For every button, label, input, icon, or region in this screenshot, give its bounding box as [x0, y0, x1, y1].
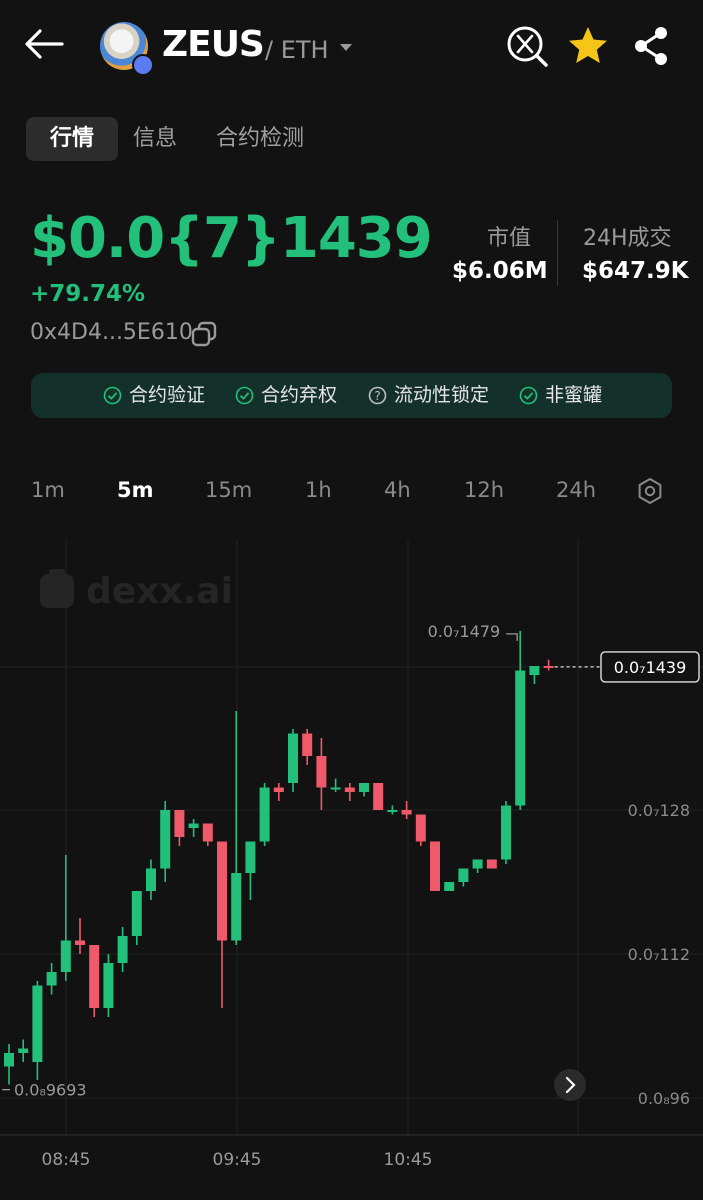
svg-text:?: ?	[374, 389, 380, 403]
y-tick-label: 0.0₇112	[628, 945, 690, 964]
interval-5m[interactable]: 5m	[117, 478, 154, 502]
candle-body	[330, 787, 341, 790]
x-tick-label: 08:45	[42, 1150, 91, 1170]
x-search-icon[interactable]	[505, 24, 549, 68]
candle-body	[60, 940, 71, 972]
candle-body	[273, 787, 284, 792]
y-tick-label: 0.0₇128	[628, 801, 690, 820]
check-circle-icon	[103, 386, 122, 405]
ethereum-icon	[132, 54, 154, 76]
top-bar: ZEUS / ETH	[0, 0, 703, 95]
tab-market[interactable]: 行情	[26, 117, 119, 161]
candle-body	[359, 783, 369, 792]
candle-body	[217, 841, 227, 941]
chart-settings-icon[interactable]	[636, 477, 664, 505]
current-price: $0.0{7}1439	[30, 206, 433, 271]
current-price-label: 0.0₇1439	[614, 658, 687, 677]
chevron-down-icon[interactable]	[340, 44, 352, 51]
candle-body	[174, 810, 185, 837]
candle-body	[430, 841, 440, 891]
candle-body	[302, 733, 313, 756]
candlestick-chart[interactable]: dexx.ai 08:45 09:45 10:45 0.0₇128 0.0₇112 0.0…	[0, 540, 703, 1200]
interval-12h[interactable]: 12h	[464, 478, 504, 502]
candle-body	[117, 936, 128, 963]
high-marker-label: 0.0₇1479	[428, 622, 501, 641]
copy-icon[interactable]	[190, 320, 218, 348]
token-chain[interactable]: / ETH	[265, 36, 329, 64]
high-marker-arrow	[506, 633, 518, 641]
interval-15m[interactable]: 15m	[205, 478, 252, 502]
candle-body	[415, 814, 426, 842]
security-badges: 合约验证 合约弃权 ? 流动性锁定 非蜜罐	[31, 373, 672, 418]
candle-body	[401, 810, 412, 815]
x-tick-label: 09:45	[213, 1150, 262, 1170]
question-circle-icon: ?	[368, 386, 387, 405]
candle-body	[259, 787, 270, 842]
candle-body	[288, 733, 298, 783]
x-tick-label: 10:45	[384, 1150, 433, 1170]
candle-body	[472, 859, 483, 869]
candle-body	[231, 873, 242, 941]
stats-divider	[557, 220, 558, 286]
candle-body	[515, 670, 526, 806]
candle-body	[245, 841, 256, 873]
candle-body	[103, 963, 114, 1008]
interval-1m[interactable]: 1m	[31, 478, 65, 502]
candle-body	[46, 972, 57, 986]
candle-body	[344, 787, 355, 792]
watermark: dexx.ai	[40, 569, 233, 612]
candle-body	[75, 940, 85, 945]
price-change: +79.74%	[30, 281, 146, 307]
market-cap-label: 市值	[487, 226, 532, 251]
tab-info[interactable]: 信息	[133, 117, 177, 161]
market-cap-value: $6.06M	[452, 258, 548, 284]
candle-body	[202, 823, 213, 842]
interval-1h[interactable]: 1h	[305, 478, 332, 502]
candle-body	[18, 1048, 29, 1053]
contract-address: 0x4D4...5E610	[30, 320, 193, 345]
price-chart[interactable]: dexx.ai 08:45 09:45 10:45 0.0₇128 0.0₇112 0.0…	[0, 540, 703, 1200]
token-name: ZEUS	[162, 24, 265, 65]
candle-body	[146, 868, 156, 891]
volume-value: $647.9K	[582, 258, 689, 284]
interval-4h[interactable]: 4h	[384, 478, 411, 502]
candle-body	[373, 783, 384, 810]
token-avatar	[100, 22, 154, 76]
star-icon[interactable]	[566, 24, 610, 68]
candle-body	[316, 756, 327, 788]
candle-body	[160, 810, 171, 869]
candle-body	[387, 810, 398, 812]
volume-label: 24H成交	[583, 226, 672, 251]
candle-body	[543, 666, 554, 668]
share-icon[interactable]	[630, 24, 674, 68]
candle-body	[89, 945, 100, 1008]
candle-body	[501, 805, 511, 860]
candle-body	[458, 868, 469, 882]
check-circle-icon	[519, 386, 538, 405]
candle-body	[32, 985, 43, 1062]
candle-body	[529, 666, 540, 675]
candle-body	[131, 891, 142, 936]
candles	[4, 630, 554, 1085]
candle-body	[444, 882, 455, 891]
candle-body	[188, 823, 199, 828]
y-tick-label: 0.0₈96	[638, 1089, 690, 1108]
check-circle-icon	[235, 386, 254, 405]
tab-contract-check[interactable]: 合约检测	[216, 117, 304, 161]
chart-grid	[0, 540, 703, 1136]
low-marker-label: 0.0₈9693	[14, 1081, 87, 1100]
chart-overlays: 08:45 09:45 10:45 0.0₇128 0.0₇112 0.0₈96 0.0₇1…	[2, 622, 700, 1170]
watermark-text: dexx.ai	[86, 571, 233, 612]
candle-body	[4, 1053, 14, 1067]
interval-24h[interactable]: 24h	[556, 478, 596, 502]
scroll-latest-button[interactable]	[554, 1069, 586, 1101]
back-arrow-icon[interactable]	[22, 24, 66, 64]
candle-body	[486, 859, 497, 869]
